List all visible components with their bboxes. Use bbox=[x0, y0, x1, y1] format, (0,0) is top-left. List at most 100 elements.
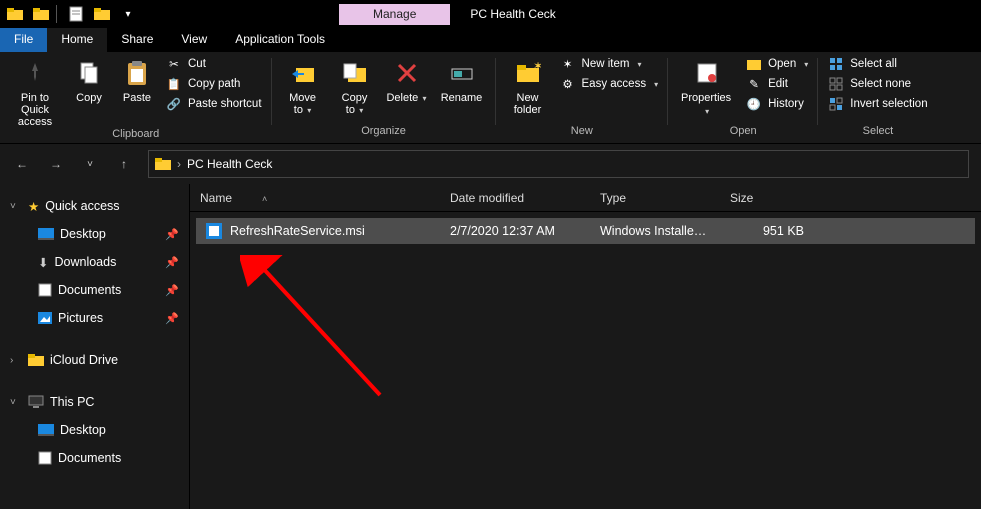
select-none-icon bbox=[828, 76, 844, 92]
col-size[interactable]: Size bbox=[720, 191, 820, 205]
tree-icloud[interactable]: › iCloud Drive bbox=[0, 346, 189, 374]
breadcrumb-folder[interactable]: PC Health Ceck bbox=[187, 157, 272, 171]
open-folder-icon[interactable] bbox=[91, 3, 113, 25]
pin-icon: 📌 bbox=[165, 256, 179, 269]
documents-icon bbox=[38, 451, 52, 465]
pin-quick-access-button[interactable]: Pin to Quick access bbox=[10, 56, 60, 128]
qat-dropdown-icon[interactable]: ▾ bbox=[117, 3, 139, 25]
copy-to-button[interactable]: Copy to ▾ bbox=[334, 56, 376, 117]
invert-selection-icon bbox=[828, 96, 844, 112]
col-date[interactable]: Date modified bbox=[440, 191, 590, 205]
invert-selection-button[interactable]: Invert selection bbox=[828, 96, 927, 112]
chevron-down-icon: ▾ bbox=[357, 106, 363, 115]
file-size: 951 KB bbox=[720, 224, 814, 238]
documents-icon bbox=[38, 283, 52, 297]
file-row[interactable]: RefreshRateService.msi 2/7/2020 12:37 AM… bbox=[196, 218, 975, 244]
select-none-button[interactable]: Select none bbox=[828, 76, 927, 92]
sort-asc-icon: ˄ bbox=[262, 194, 267, 204]
nav-forward-button[interactable]: → bbox=[46, 154, 66, 174]
folder-icon bbox=[155, 157, 171, 171]
tab-file[interactable]: File bbox=[0, 28, 47, 52]
manage-tab[interactable]: Manage bbox=[339, 4, 450, 25]
copy-button[interactable]: Copy bbox=[70, 56, 108, 104]
col-name[interactable]: Name˄ bbox=[190, 191, 440, 205]
open-icon bbox=[746, 56, 762, 72]
desktop-icon bbox=[38, 424, 54, 436]
chevron-down-icon[interactable]: ˅ bbox=[10, 397, 22, 408]
svg-text:✶: ✶ bbox=[533, 62, 541, 73]
tree-desktop[interactable]: Desktop📌 bbox=[0, 220, 189, 248]
tab-home[interactable]: Home bbox=[47, 28, 107, 52]
delete-button[interactable]: Delete ▾ bbox=[386, 56, 428, 105]
rename-button[interactable]: Rename bbox=[438, 56, 486, 104]
group-label: Select bbox=[863, 125, 894, 141]
nav-tree: ˅ ★ Quick access Desktop📌 ⬇ Downloads📌 D… bbox=[0, 184, 190, 509]
group-label: Clipboard bbox=[112, 128, 159, 141]
group-label: Open bbox=[730, 125, 757, 141]
pin-icon: 📌 bbox=[165, 228, 179, 241]
tree-quick-access[interactable]: ˅ ★ Quick access bbox=[0, 192, 189, 220]
new-folder-button[interactable]: ✶ New folder bbox=[506, 56, 550, 116]
download-icon: ⬇ bbox=[38, 255, 48, 270]
paste-shortcut-button[interactable]: 🔗Paste shortcut bbox=[166, 96, 262, 112]
nav-back-button[interactable]: ← bbox=[12, 154, 32, 174]
nav-recent-button[interactable]: ˅ bbox=[80, 154, 100, 174]
ribbon-group-clipboard: Pin to Quick access Copy Paste ✂Cut 📋Cop… bbox=[0, 52, 272, 143]
file-name: RefreshRateService.msi bbox=[230, 224, 365, 238]
tree-pc-desktop[interactable]: Desktop bbox=[0, 416, 189, 444]
pictures-icon bbox=[38, 312, 52, 324]
chevron-down-icon: ▾ bbox=[804, 60, 808, 69]
history-button[interactable]: 🕘History bbox=[746, 96, 808, 112]
tree-pc-documents[interactable]: Documents bbox=[0, 444, 189, 472]
breadcrumb-separator[interactable]: › bbox=[177, 157, 181, 171]
properties-icon[interactable] bbox=[65, 3, 87, 25]
tab-share[interactable]: Share bbox=[107, 28, 167, 52]
window-title: PC Health Ceck bbox=[470, 7, 555, 21]
pc-icon bbox=[28, 395, 44, 409]
edit-button[interactable]: ✎Edit bbox=[746, 76, 808, 92]
tab-view[interactable]: View bbox=[167, 28, 221, 52]
tree-documents[interactable]: Documents📌 bbox=[0, 276, 189, 304]
tree-pictures[interactable]: Pictures📌 bbox=[0, 304, 189, 332]
nav-up-button[interactable]: ↑ bbox=[114, 154, 134, 174]
chevron-right-icon[interactable]: › bbox=[10, 355, 22, 366]
paste-button[interactable]: Paste bbox=[118, 56, 156, 104]
pin-icon: 📌 bbox=[165, 312, 179, 325]
scissors-icon: ✂ bbox=[166, 56, 182, 72]
copy-path-button[interactable]: 📋Copy path bbox=[166, 76, 262, 92]
copy-path-icon: 📋 bbox=[166, 76, 182, 92]
select-all-button[interactable]: Select all bbox=[828, 56, 927, 72]
chevron-down-icon[interactable]: ˅ bbox=[10, 201, 22, 212]
open-button[interactable]: Open▾ bbox=[746, 56, 808, 72]
properties-button[interactable]: Properties ▾ bbox=[678, 56, 736, 118]
new-item-icon: ✶ bbox=[560, 56, 576, 72]
tree-downloads[interactable]: ⬇ Downloads📌 bbox=[0, 248, 189, 276]
folder-icon bbox=[4, 3, 26, 25]
column-headers: Name˄ Date modified Type Size bbox=[190, 184, 981, 212]
file-type: Windows Installer ... bbox=[590, 224, 720, 238]
chevron-down-icon: ▾ bbox=[420, 94, 426, 103]
group-label: New bbox=[571, 125, 593, 141]
chevron-down-icon: ▾ bbox=[305, 106, 311, 115]
msi-icon bbox=[206, 223, 222, 239]
star-icon: ★ bbox=[28, 199, 39, 214]
quick-folder-icon bbox=[30, 3, 52, 25]
history-icon: 🕘 bbox=[746, 96, 762, 112]
col-type[interactable]: Type bbox=[590, 191, 720, 205]
new-item-button[interactable]: ✶New item▾ bbox=[560, 56, 659, 72]
tab-application-tools[interactable]: Application Tools bbox=[221, 28, 339, 52]
address-bar[interactable]: › PC Health Ceck bbox=[148, 150, 969, 178]
desktop-icon bbox=[38, 228, 54, 240]
edit-icon: ✎ bbox=[746, 76, 762, 92]
easy-access-button[interactable]: ⚙Easy access▾ bbox=[560, 76, 659, 92]
select-all-icon bbox=[828, 56, 844, 72]
chevron-down-icon: ▾ bbox=[654, 80, 658, 89]
tree-this-pc[interactable]: ˅ This PC bbox=[0, 388, 189, 416]
ribbon-group-organize: Move to ▾ Copy to ▾ Delete ▾ Rename Orga… bbox=[272, 52, 496, 143]
chevron-down-icon: ▾ bbox=[705, 107, 709, 116]
file-date: 2/7/2020 12:37 AM bbox=[440, 224, 590, 238]
ribbon-group-select: Select all Select none Invert selection … bbox=[818, 52, 937, 143]
move-to-button[interactable]: Move to ▾ bbox=[282, 56, 324, 117]
separator bbox=[56, 5, 57, 23]
cut-button[interactable]: ✂Cut bbox=[166, 56, 262, 72]
